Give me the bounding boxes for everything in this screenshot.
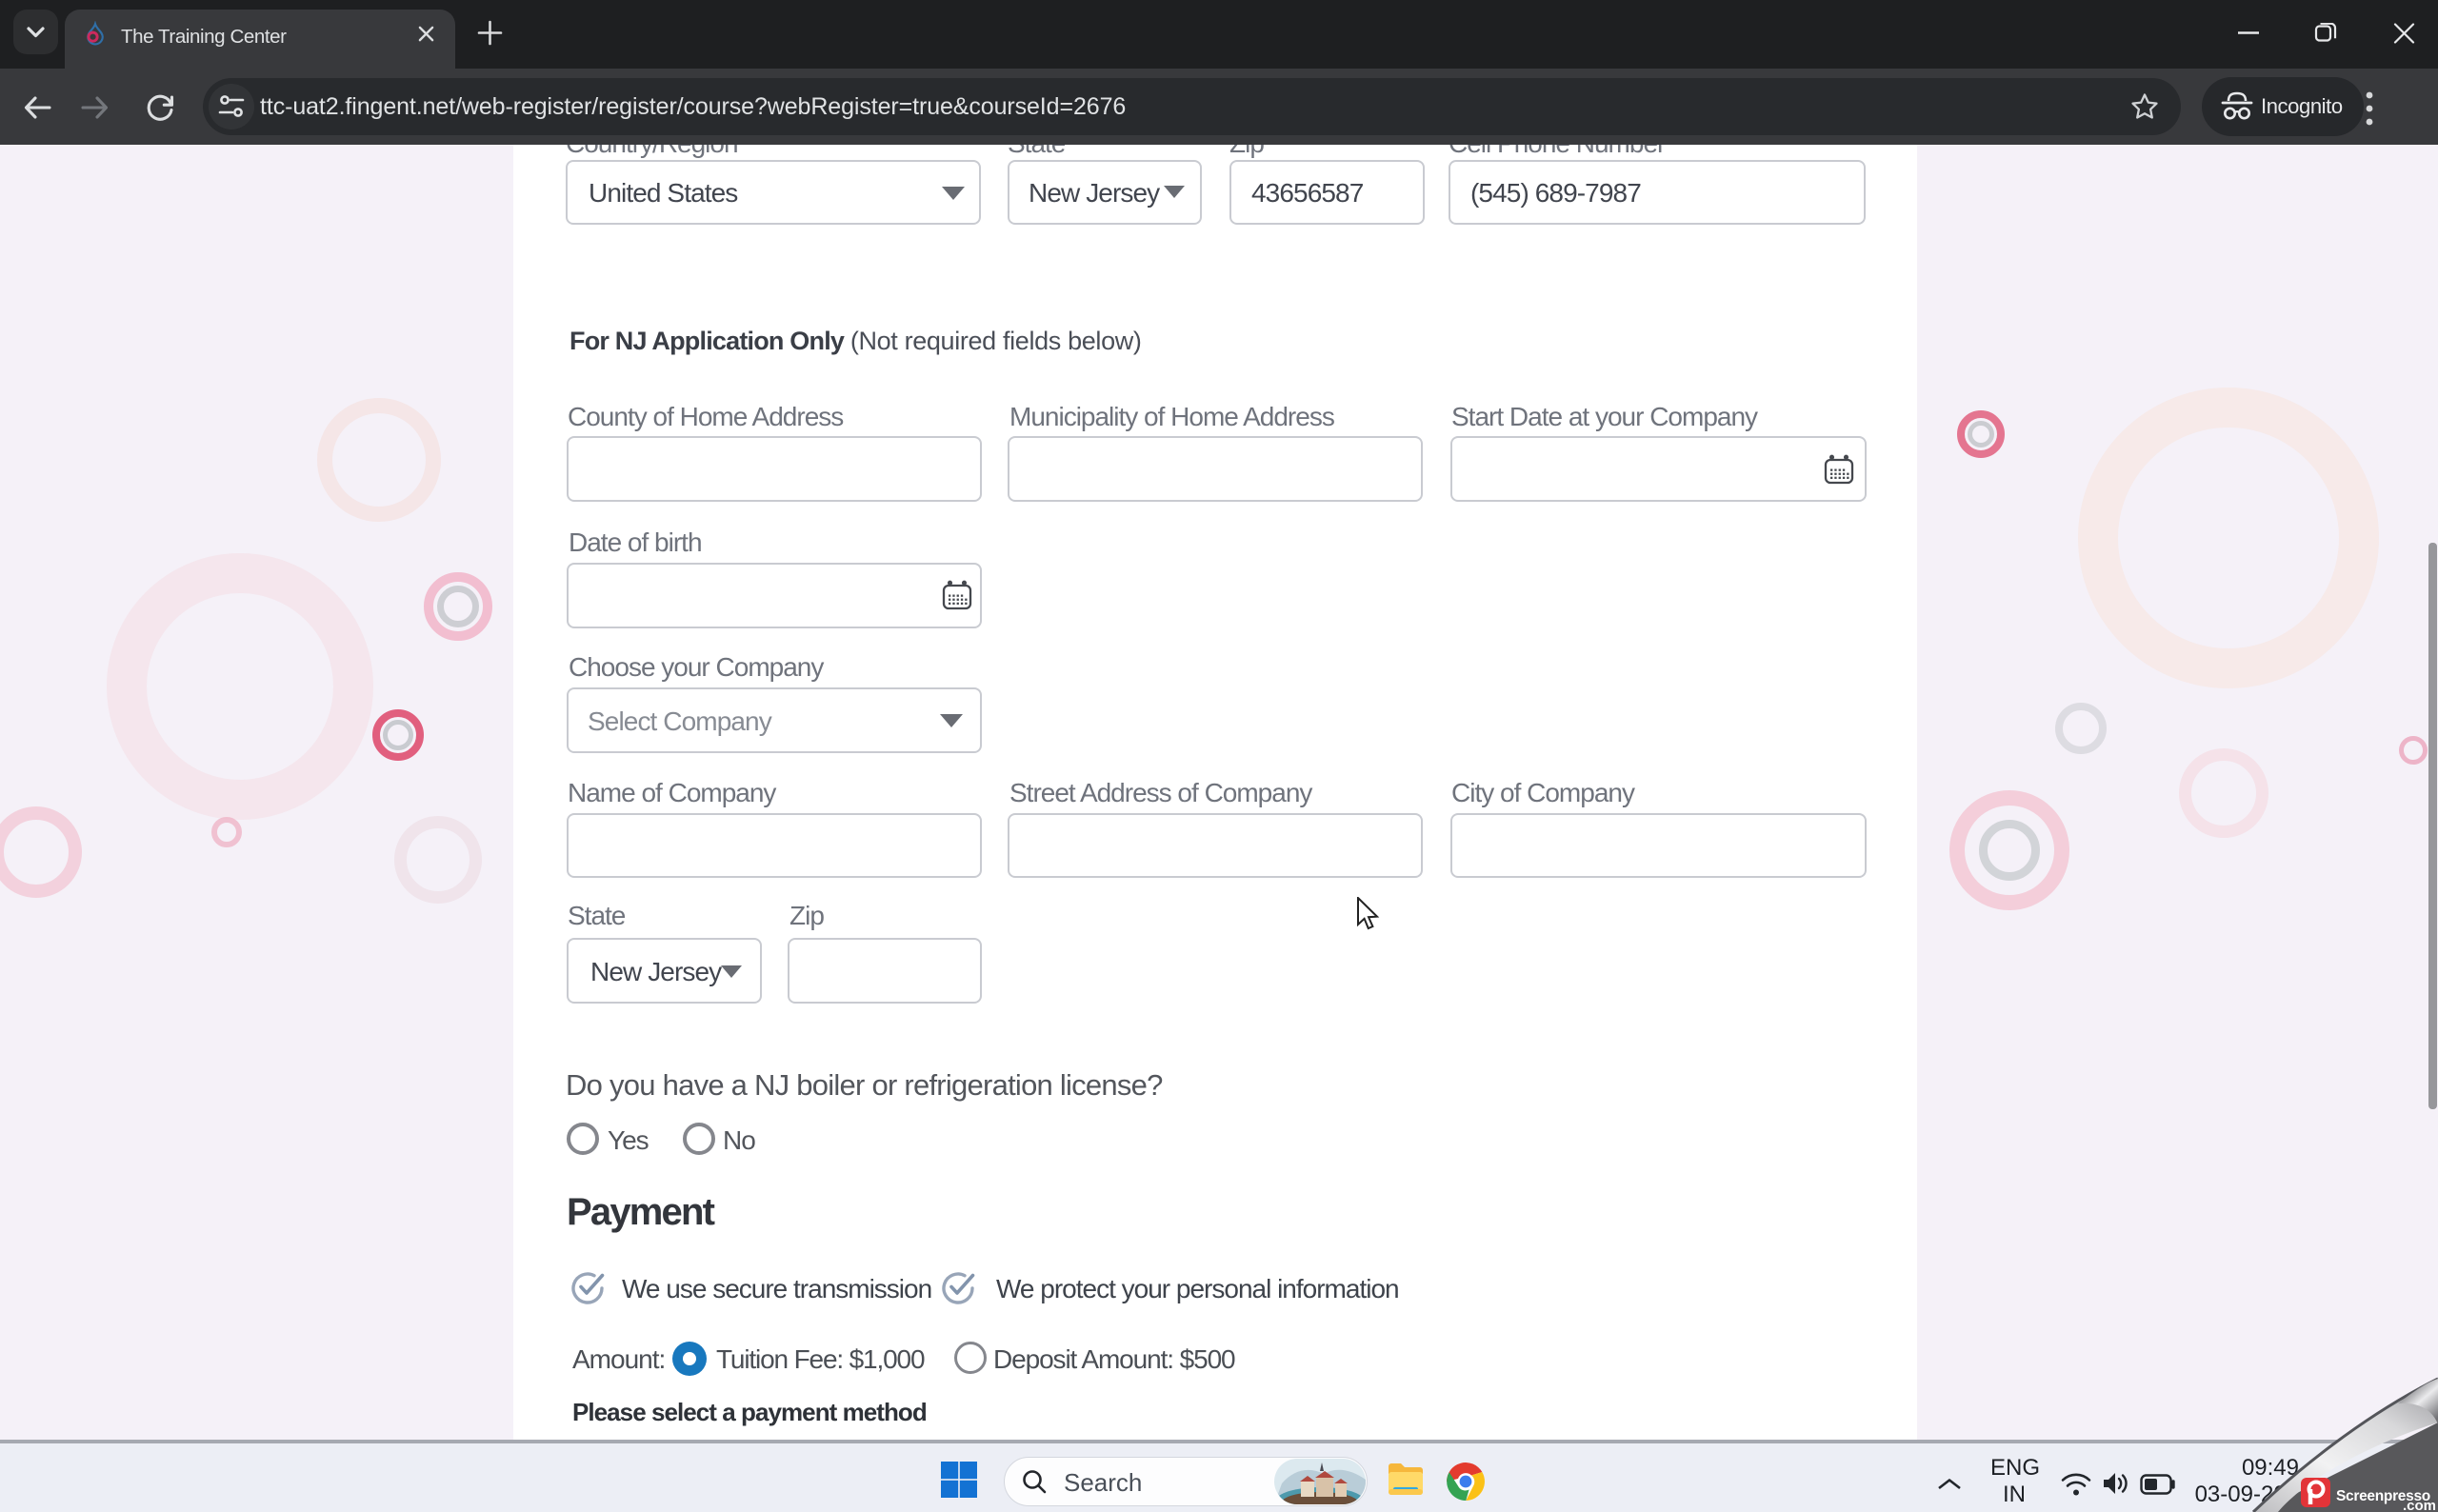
svg-text:.com: .com xyxy=(2403,1498,2436,1512)
